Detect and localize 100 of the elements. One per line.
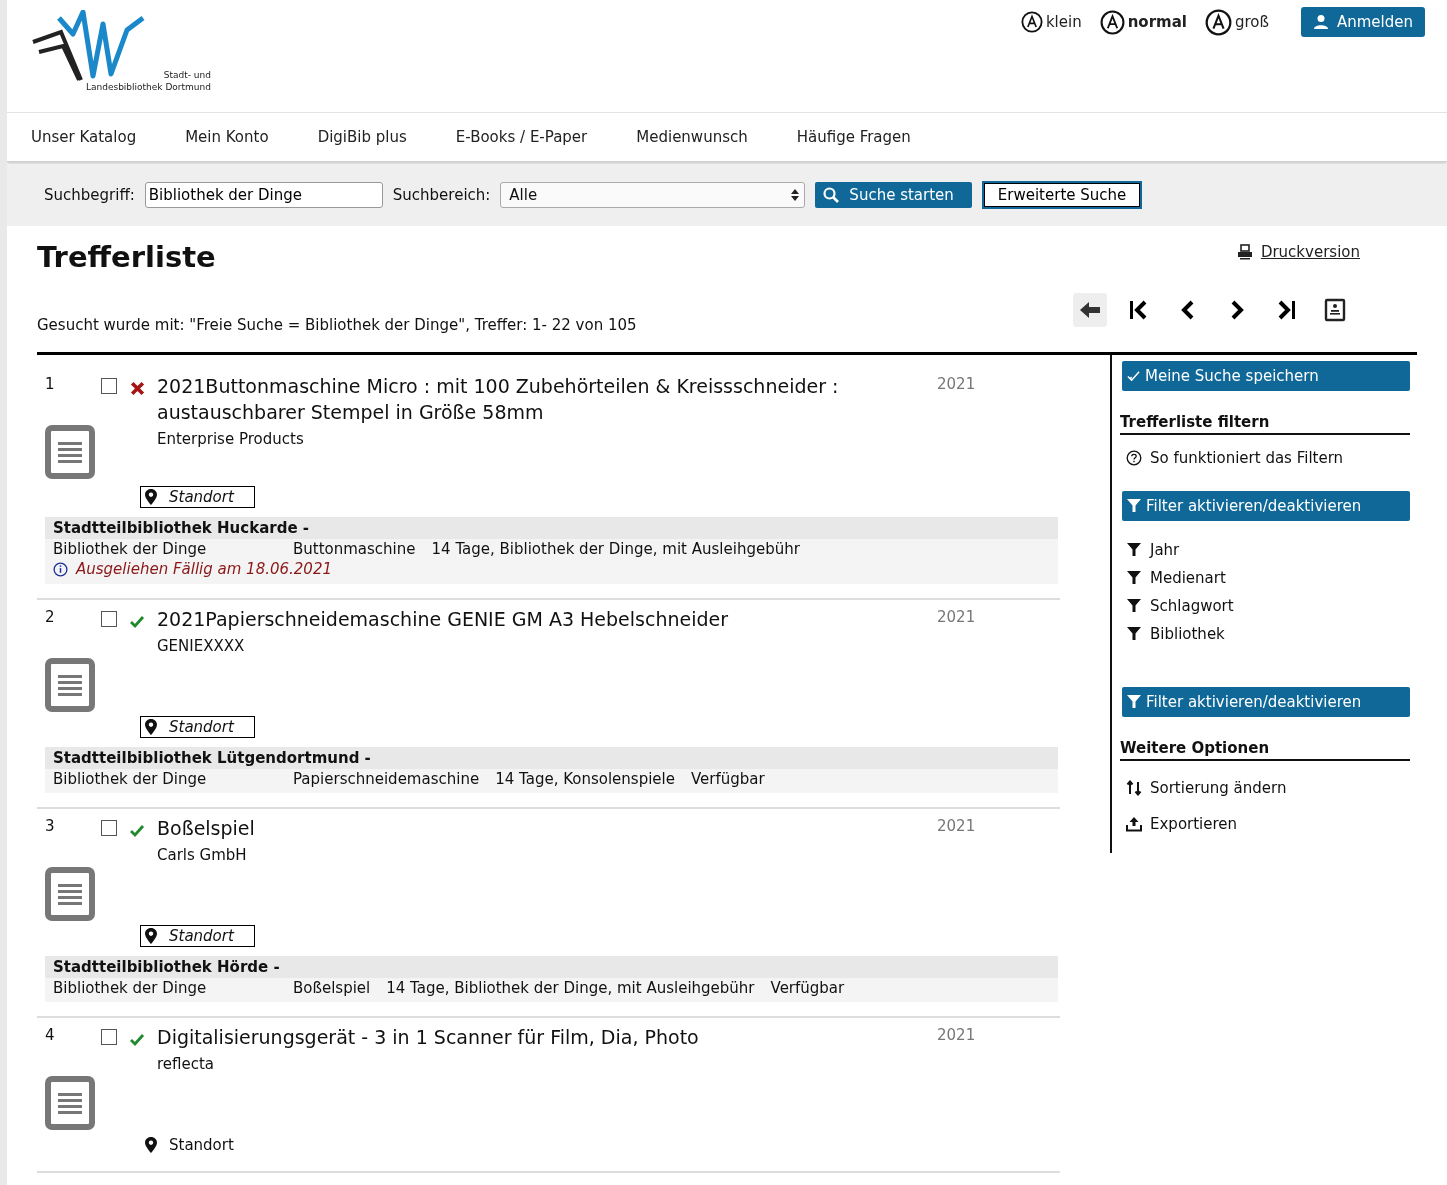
filter-toggle-button[interactable]: Filter aktivieren/deaktivieren (1122, 491, 1410, 521)
filter-link[interactable]: Medienart (1126, 569, 1410, 587)
nav-link[interactable]: E-Books / E-Paper (455, 128, 588, 146)
document-icon (45, 1076, 95, 1130)
section-heading: Weitere Optionen (1120, 739, 1410, 761)
library-name: Stadtteilbibliothek Lütgendortmund - (45, 747, 1058, 769)
result-number: 3 (45, 817, 55, 835)
result-number: 4 (45, 1026, 55, 1044)
nav-link[interactable]: Medienwunsch (636, 128, 748, 146)
funnel-icon (1126, 626, 1142, 642)
nav-link[interactable]: Häufige Fragen (796, 128, 911, 146)
advanced-search-button[interactable]: Erweiterte Suche (981, 181, 1143, 209)
info-icon (53, 561, 68, 577)
location-button[interactable]: Standort (140, 486, 255, 508)
filter-link[interactable]: Bibliothek (1126, 625, 1410, 643)
result-title[interactable]: 2021Papierschneidemaschine GENIE GM A3 Hebelschneider (157, 606, 917, 632)
section-heading: Trefferliste filtern (1120, 413, 1410, 435)
result-author: GENIEXXXX (157, 637, 246, 655)
font-size-link[interactable]: groß (1204, 8, 1269, 36)
user-icon (1312, 14, 1329, 30)
upload-icon (1126, 816, 1142, 832)
holding-cell: 14 Tage, Konsolenspiele (495, 770, 675, 788)
holding-cell-text: Bibliothek der Dinge (53, 770, 208, 788)
result-year: 2021 (937, 817, 976, 837)
filter-toggle-button[interactable]: Filter aktivieren/deaktivieren (1122, 687, 1410, 717)
location-button[interactable]: Standort (140, 925, 255, 947)
funnel-icon (1126, 498, 1142, 514)
scope-dropdown[interactable]: Alle (500, 182, 806, 208)
search-summary: Gesucht wurde mit: "Freie Suche = Bibliothek der Dinge", Treffer: 1- 22 von 105 (37, 316, 637, 334)
availability-status: Verfügbar (770, 979, 845, 997)
nav-link[interactable]: DigiBib plus (317, 128, 407, 146)
nav-link[interactable]: Unser Katalog (31, 128, 137, 146)
result-title[interactable]: Digitalisierungsgerät - 3 in 1 Scanner für Film, Dia, Photo (157, 1024, 917, 1050)
sort-link[interactable]: Sortierung ändern (1126, 779, 1410, 797)
result-year: 2021 (937, 608, 976, 628)
logo-text: Stadt- und (162, 69, 211, 81)
page-title: Trefferliste (37, 240, 216, 274)
login-button[interactable]: Anmelden (1300, 7, 1425, 37)
result-author: reflecta (157, 1055, 216, 1073)
export-link[interactable]: Exportieren (1126, 815, 1410, 833)
filter-link[interactable]: Schlagwort (1126, 597, 1410, 615)
save-search-button[interactable]: Meine Suche speichern (1122, 361, 1410, 391)
logo-text: Landesbibliothek Dortmund (85, 81, 211, 93)
location-button[interactable]: Standort (140, 1134, 255, 1156)
dropdown-arrows-icon (791, 188, 800, 202)
result-author: Enterprise Products (157, 430, 305, 448)
library-name: Stadtteilbibliothek Huckarde - (45, 517, 1058, 539)
loan-status: Ausgeliehen Fällig am 18.06.2021 (76, 560, 332, 578)
funnel-icon (1126, 598, 1142, 614)
check-icon (1126, 368, 1141, 384)
map-pin-icon (145, 1137, 157, 1153)
help-icon (1126, 450, 1142, 466)
sort-arrows-icon (1126, 780, 1142, 796)
back-arrow-button[interactable] (1073, 293, 1107, 327)
font-size-icon (1204, 8, 1232, 36)
result-title[interactable]: Boßelspiel (157, 815, 917, 841)
holding-cell-text: Bibliothek der Dinge (53, 979, 208, 997)
location-button[interactable]: Standort (140, 716, 255, 738)
result-year: 2021 (937, 375, 976, 395)
font-size-link[interactable]: klein (1020, 11, 1082, 33)
holding-cell: Boßelspiel (293, 979, 371, 997)
scope-label: Suchbereich: (392, 186, 491, 204)
font-size-icon (1099, 9, 1125, 35)
map-pin-icon (145, 489, 157, 505)
font-size-link[interactable]: normal (1099, 9, 1187, 35)
funnel-icon (1126, 542, 1142, 558)
library-name: Stadtteilbibliothek Hörde - (45, 956, 1058, 978)
result-number: 1 (45, 375, 55, 393)
holding-cell: 14 Tage, Bibliothek der Dinge, mit Ausleihgebühr (386, 979, 755, 997)
holding-cell: Buttonmaschine (293, 540, 416, 558)
holding-cell: Papierschneidemaschine (293, 770, 480, 788)
result-number: 2 (45, 608, 55, 626)
result-year: 2021 (937, 1026, 976, 1046)
document-icon (45, 658, 95, 712)
map-pin-icon (145, 928, 157, 944)
document-icon (45, 425, 95, 479)
font-size-icon (1020, 11, 1043, 33)
availability-status: Verfügbar (690, 770, 765, 788)
result-author: Carls GmbH (157, 846, 248, 864)
search-icon (823, 187, 840, 203)
document-icon (1323, 298, 1347, 322)
help-link[interactable]: So funktioniert das Filtern (1126, 449, 1410, 467)
nav-link[interactable]: Mein Konto (185, 128, 269, 146)
map-pin-icon (145, 719, 157, 735)
funnel-icon (1126, 694, 1142, 710)
select-checkbox[interactable] (101, 611, 117, 627)
select-checkbox[interactable] (101, 378, 117, 394)
holding-cell: 14 Tage, Bibliothek der Dinge, mit Ausleihgebühr (431, 540, 800, 558)
funnel-icon (1126, 570, 1142, 586)
search-label: Suchbegriff: (44, 186, 135, 204)
search-button[interactable]: Suche starten (815, 182, 972, 208)
document-icon (45, 867, 95, 921)
print-link[interactable]: Druckversion (1236, 243, 1360, 261)
select-checkbox[interactable] (101, 1029, 117, 1045)
result-title[interactable]: 2021Buttonmaschine Micro : mit 100 Zubehörteilen & Kreissschneider : austauschbarer Stempel in Größe 58mm (157, 373, 917, 425)
select-checkbox[interactable] (101, 820, 117, 836)
printer-icon (1236, 244, 1253, 260)
holding-cell-text: Bibliothek der Dinge (53, 540, 208, 558)
search-field[interactable]: Bibliothek der Dinge (144, 182, 383, 208)
filter-link[interactable]: Jahr (1126, 541, 1410, 559)
